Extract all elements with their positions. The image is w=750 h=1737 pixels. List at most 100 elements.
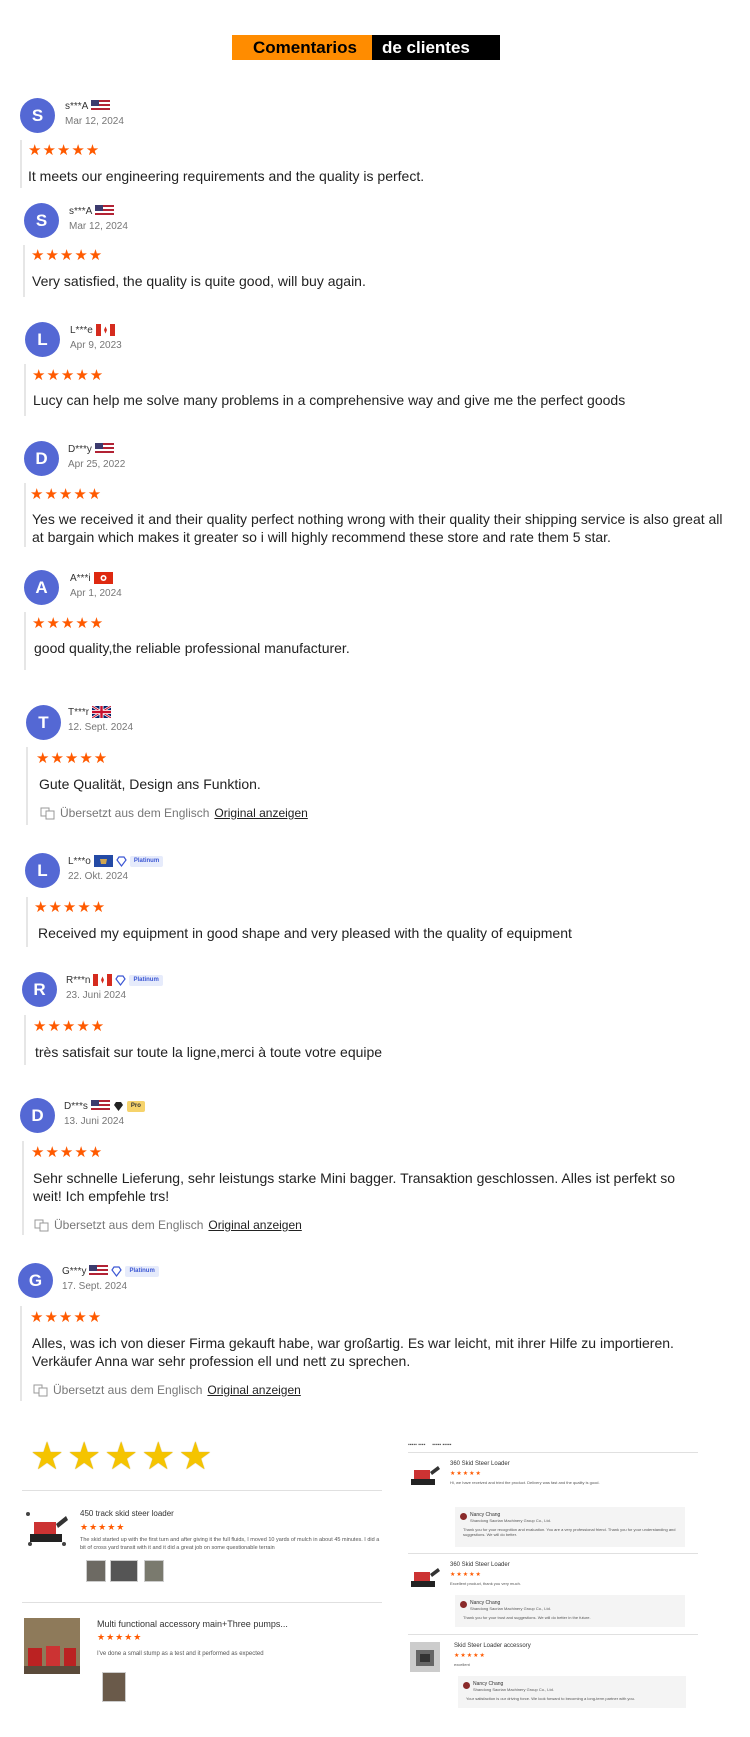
us-flag-icon <box>94 443 114 455</box>
seller-company: Shandong Sacrian Machinery Group Co., Lt… <box>473 1687 554 1692</box>
review-text: Received my equipment in good shape and … <box>38 925 572 941</box>
reviewer-name: s***A <box>65 100 111 112</box>
star-icon: ★ <box>141 1436 176 1478</box>
avatar: T <box>26 705 61 740</box>
star-icon: ★ <box>104 1436 139 1478</box>
review-date: Apr 9, 2023 <box>70 340 122 351</box>
star-rating: ★★★★★ <box>33 1018 106 1035</box>
review-divider <box>26 897 28 947</box>
star-icon: ★ <box>67 1436 102 1478</box>
reviewer-name: L***e <box>70 324 115 336</box>
divider <box>408 1634 698 1635</box>
pro-badge: Pro <box>126 1100 145 1112</box>
star-rating: ★★★★★ <box>80 1522 126 1532</box>
skid-steer-product-icon <box>411 1568 440 1587</box>
review-date: 13. Juni 2024 <box>64 1116 125 1127</box>
product-title[interactable]: 360 Skid Steer Loader <box>450 1461 510 1467</box>
translation-note: Übersetzt aus dem Englisch Original anze… <box>40 806 308 820</box>
avatar: D <box>24 441 59 476</box>
star-rating: ★★★★★ <box>32 367 105 384</box>
seller-company: Shandong Sacrian Machinery Group Co., Lt… <box>470 1518 551 1523</box>
review-photo[interactable] <box>144 1560 164 1582</box>
platinum-diamond-icon <box>111 1265 123 1277</box>
review-photo[interactable] <box>102 1672 126 1702</box>
star-rating: ★★★★★ <box>36 750 109 767</box>
star-rating: ★★★★★ <box>30 486 103 503</box>
star-rating: ★★★★★ <box>454 1653 486 1659</box>
review-divider <box>20 140 22 188</box>
us-flag-icon <box>90 1100 110 1112</box>
divider <box>22 1490 382 1491</box>
review-divider <box>24 1015 26 1065</box>
seller-avatar <box>460 1601 467 1608</box>
review-divider <box>23 245 25 297</box>
avatar: S <box>24 203 59 238</box>
review-divider <box>24 612 26 670</box>
review-text: It meets our engineering requirements an… <box>28 168 425 184</box>
review-photo[interactable] <box>86 1560 106 1582</box>
review-text: good quality,the reliable professional m… <box>34 640 350 656</box>
hong-kong-flag-icon <box>93 572 113 584</box>
avatar: D <box>20 1098 55 1133</box>
avatar: S <box>20 98 55 133</box>
star-rating: ★★★★★ <box>97 1632 143 1642</box>
product-title[interactable]: 450 track skid steer loader <box>80 1509 174 1518</box>
divider <box>408 1553 698 1554</box>
seller-reply-text: Your satisfaction is our driving force. … <box>466 1696 635 1701</box>
reviewer-name: T***r <box>68 706 112 718</box>
us-flag-icon <box>89 1265 109 1277</box>
show-original-link[interactable]: Original anzeigen <box>208 1218 301 1232</box>
review-date: 17. Sept. 2024 <box>62 1281 128 1292</box>
skid-steer-product-icon <box>411 1466 440 1485</box>
reviewer-name: R***n Platinum <box>66 974 163 986</box>
header-part-black: de clientes <box>372 35 500 60</box>
star-rating: ★★★★★ <box>450 1572 482 1578</box>
us-flag-icon <box>91 100 111 112</box>
review-divider <box>22 1141 24 1235</box>
avatar: R <box>22 972 57 1007</box>
review-divider <box>24 483 26 547</box>
product-review-text: Excellent product, thank you very much. <box>450 1581 521 1586</box>
platinum-badge: Platinum <box>125 1265 159 1277</box>
uk-flag-icon <box>92 706 112 718</box>
review-text: Sehr schnelle Lieferung, sehr leistungs … <box>33 1170 676 1204</box>
seller-avatar <box>460 1513 467 1520</box>
skid-steer-product-icon <box>26 1512 68 1546</box>
platinum-diamond-icon <box>116 855 127 867</box>
canada-flag-icon <box>93 974 113 986</box>
show-original-link[interactable]: Original anzeigen <box>207 1383 300 1397</box>
product-review-text: I've done a small stump as a test and it… <box>97 1651 264 1657</box>
product-title[interactable]: 360 Skid Steer Loader <box>450 1562 510 1568</box>
review-tabs[interactable]: ▪▪▪▪▪ ▪▪▪▪ ▪▪▪▪▪ ▪▪▪▪▪ <box>408 1442 451 1448</box>
pro-diamond-icon <box>113 1101 123 1111</box>
review-date: Apr 1, 2024 <box>70 588 122 599</box>
star-rating: ★★★★★ <box>28 142 101 159</box>
seller-avatar <box>463 1682 470 1689</box>
platinum-diamond-icon <box>115 974 127 986</box>
product-title[interactable]: Multi functional accessory main+Three pu… <box>97 1619 288 1629</box>
seller-reply-text: Thank you for your trust and suggestions… <box>463 1615 591 1620</box>
review-divider <box>20 1306 22 1401</box>
star-rating: ★★★★★ <box>31 1144 104 1161</box>
translate-icon <box>40 807 55 819</box>
avatar: G <box>18 1263 53 1298</box>
seller-company: Shandong Sacrian Machinery Group Co., Lt… <box>470 1606 551 1611</box>
review-text: très satisfait sur toute la ligne,merci … <box>35 1044 383 1060</box>
avatar: L <box>25 322 60 357</box>
product-title[interactable]: Skid Steer Loader accessory <box>454 1643 531 1649</box>
review-photo[interactable] <box>110 1560 138 1582</box>
review-date: Mar 12, 2024 <box>65 116 124 127</box>
divider <box>408 1452 698 1453</box>
product-review-text: excellent <box>454 1662 470 1667</box>
star-rating: ★★★★★ <box>450 1471 482 1477</box>
header-part-orange: Comentarios <box>232 35 372 60</box>
seller-reply-text: Thank you for your recognition and evalu… <box>463 1527 676 1537</box>
translate-icon <box>33 1384 48 1396</box>
section-header: Comentarios de clientes <box>232 35 500 60</box>
review-text: Very satisfied, the quality is quite goo… <box>32 273 366 289</box>
star-rating: ★★★★★ <box>30 1309 103 1326</box>
reviewer-name: L***o Platinum <box>68 855 164 867</box>
review-date: Mar 12, 2024 <box>69 221 128 232</box>
us-flag-icon <box>95 205 115 217</box>
show-original-link[interactable]: Original anzeigen <box>214 806 307 820</box>
